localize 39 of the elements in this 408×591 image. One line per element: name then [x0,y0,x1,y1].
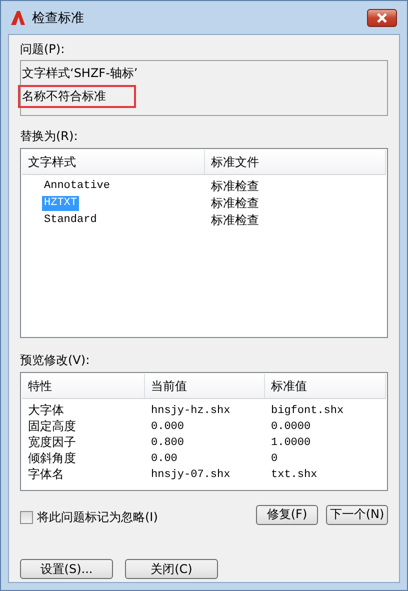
table-cell-text: 0.000 [150,420,186,432]
close-button[interactable] [367,8,397,26]
table-cell-text: 标准检查 [210,212,260,229]
style-item[interactable]: Annotative [42,179,112,194]
table-cell-text: 标准检查 [210,178,260,195]
problem-text: 文字样式‘SHZF-轴标’ [21,65,139,82]
table-cell-text: 0.00 [150,452,178,464]
field-label: 预览修改(V): [20,352,91,368]
highlighted-text: 名称不符合标准 [18,85,136,108]
column-header[interactable]: 文字样式 [22,150,205,174]
table-cell-text: 0.800 [150,436,186,448]
app-logo-icon [10,10,26,26]
column-header[interactable]: 当前值 [145,374,265,398]
column-header[interactable]: 标准值 [265,374,386,398]
footer-button[interactable]: 关闭(C) [125,559,218,579]
table-cell-text: hnsjy-hz.shx [150,404,232,416]
table-cell-text: 倾斜角度 [27,450,77,467]
window-title: 检查标准 [32,10,85,26]
action-button[interactable]: 修复(F) [256,504,318,524]
ignore-checkbox[interactable]: 将此问题标记为忽略(I) [20,509,248,526]
table-cell-text: 宽度因子 [27,434,77,451]
table-cell-text: hnsjy-07.shx [150,468,232,480]
table-cell-text: 字体名 [27,466,65,483]
footer-button[interactable]: 设置(S)... [20,559,113,579]
field-label: 替换为(R): [20,128,79,144]
table-cell-text: 固定高度 [27,418,77,435]
close-icon [376,12,388,22]
column-header[interactable]: 标准文件 [205,150,386,174]
column-header[interactable]: 特性 [22,374,145,398]
table-cell-text: 1.0000 [270,436,312,448]
table-cell-text: txt.shx [270,468,318,480]
style-item[interactable]: Standard [42,213,99,228]
field-label: 问题(P): [20,41,66,57]
action-button[interactable]: 下一个(N) [326,504,388,524]
table-cell-text: 大字体 [27,402,65,419]
table-cell-text: 标准检查 [210,195,260,212]
table-cell-text: 0 [270,452,279,464]
table-cell-text: bigfont.shx [270,404,345,416]
table-cell-text: 0.0000 [270,420,312,432]
